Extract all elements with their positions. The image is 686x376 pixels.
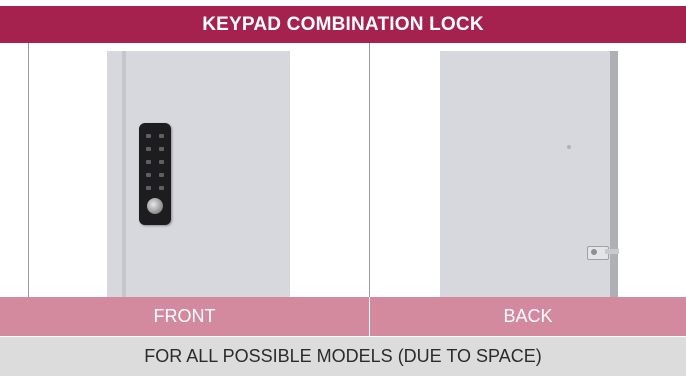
door-edge xyxy=(610,51,618,297)
lock-info-card: KEYPAD COMBINATION LOCK FRONT BACK FOR A… xyxy=(0,0,686,376)
keypad-buttons xyxy=(144,131,166,193)
view-images-row xyxy=(28,43,686,297)
door-pin xyxy=(567,145,571,149)
keypad-lock-icon xyxy=(139,123,171,225)
back-label: BACK xyxy=(369,297,686,336)
lock-knob xyxy=(147,198,163,214)
back-view-image xyxy=(369,43,686,297)
page-title: KEYPAD COMBINATION LOCK xyxy=(0,0,686,43)
footer-note: FOR ALL POSSIBLE MODELS (DUE TO SPACE) xyxy=(0,336,686,376)
door-edge xyxy=(122,51,126,297)
front-view-image xyxy=(28,43,369,297)
front-label: FRONT xyxy=(153,306,216,326)
hinge-latch-icon xyxy=(587,243,619,261)
view-labels-row: FRONT BACK xyxy=(0,297,686,336)
locker-door xyxy=(107,51,290,297)
